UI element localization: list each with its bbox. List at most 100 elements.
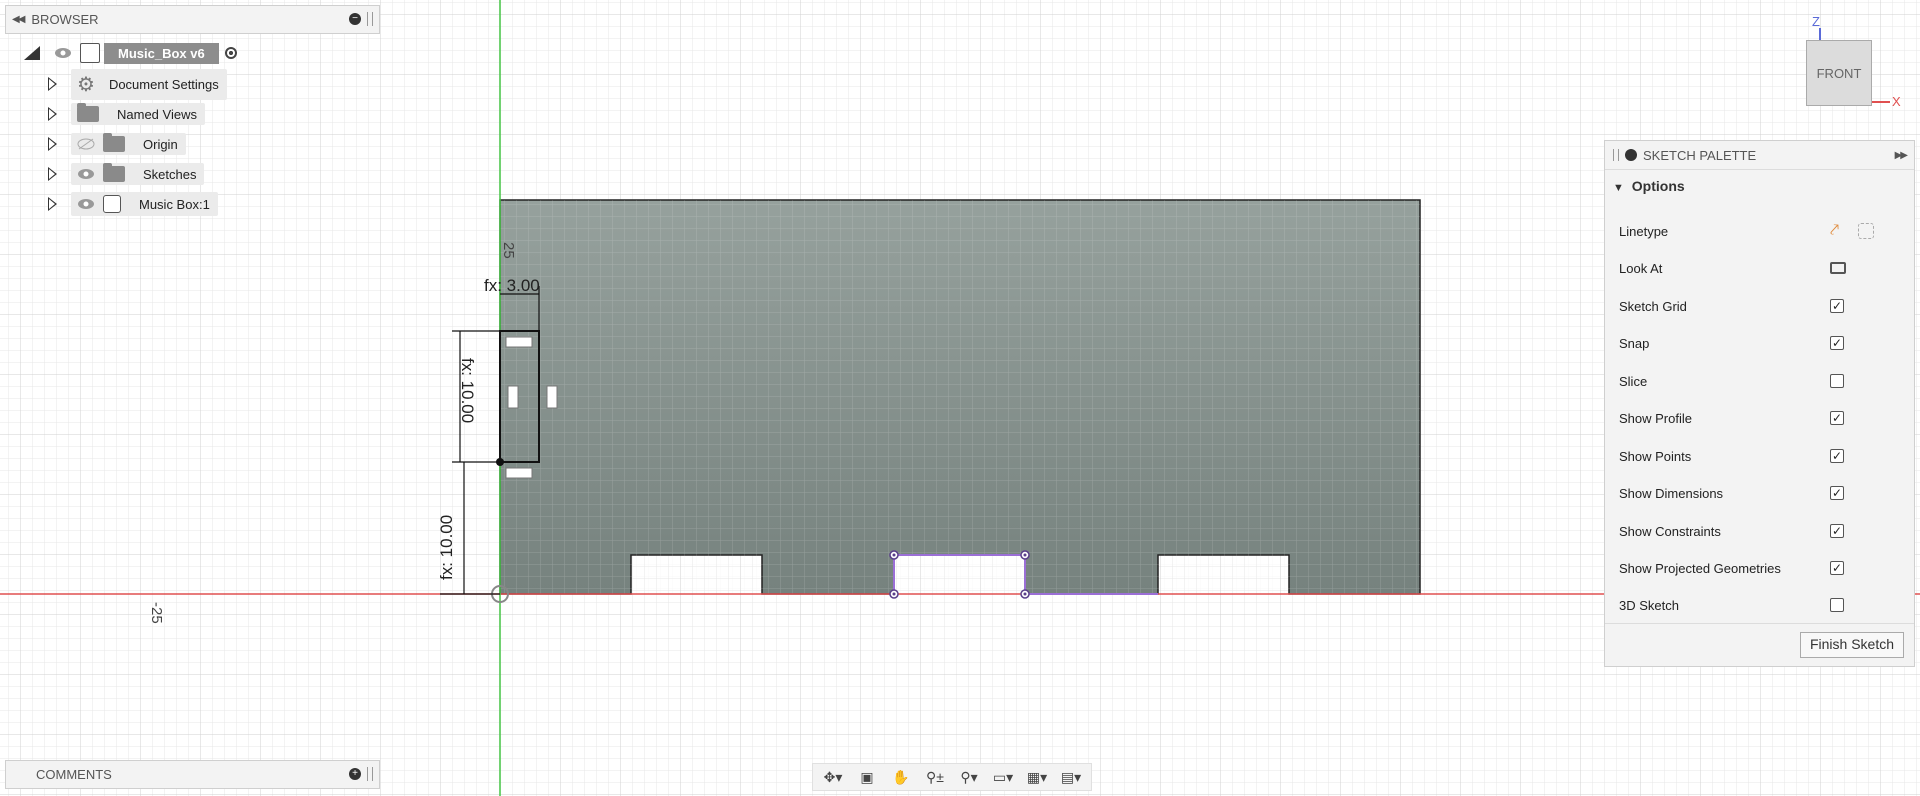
centerline-icon[interactable] [1858,223,1874,239]
navigation-toolbar: ✥▾ ▣ ✋ ⚲± ⚲▾ ▭▾ ▦▾ ▤▾ [812,763,1092,791]
look-at-icon[interactable] [1830,262,1846,274]
tree-item-label: Music Box:1 [139,196,210,212]
collapse-triangle-icon: ▼ [1613,182,1624,194]
option-label: Show Points [1619,448,1692,464]
option-linetype: Linetype ⤤ [1619,219,1909,243]
option-label: Look At [1619,260,1663,276]
option-label: 3D Sketch [1619,597,1679,613]
option-label: Linetype [1619,223,1669,239]
point-dot [892,553,896,557]
option-show-projected-geometries: Show Projected Geometries ✓ [1619,556,1909,580]
browser-item-document-settings[interactable]: ⚙ Document Settings [48,68,227,100]
tree-item-label: Sketches [143,166,197,182]
option-slice: Slice [1619,369,1909,393]
width-dimension-label[interactable]: fx: 3.00 [484,276,540,295]
eye-icon[interactable] [77,168,95,180]
show-profile-checkbox[interactable]: ✓ [1830,411,1844,425]
drag-handle-icon[interactable] [1613,149,1619,161]
expand-icon[interactable] [48,137,57,151]
vertical-constraint-icon[interactable] [507,385,519,409]
display-settings-icon[interactable]: ▭▾ [989,767,1017,787]
finish-sketch-button[interactable]: Finish Sketch [1800,632,1904,658]
option-label: Show Dimensions [1619,485,1724,501]
drag-handle-icon[interactable] [367,12,373,26]
show-projected-geometries-checkbox[interactable]: ✓ [1830,561,1844,575]
sketch-palette: SKETCH PALETTE ▶▶ ▼ Options Linetype ⤤ L… [1604,140,1915,667]
option-label: Show Constraints [1619,523,1721,539]
viewcube-front[interactable]: FRONT [1806,40,1872,106]
grid-scale-label: -25 [148,602,165,624]
option-show-dimensions: Show Dimensions ✓ [1619,481,1909,505]
option-3d-sketch: 3D Sketch [1619,593,1909,617]
eye-icon[interactable] [54,47,72,59]
browser-item-music-box[interactable]: Music Box:1 [48,192,218,216]
expand-icon[interactable] [48,197,57,211]
palette-divider [1605,623,1914,624]
3d-sketch-checkbox[interactable] [1830,598,1844,612]
pan-hand-icon[interactable]: ✋ [887,767,915,787]
collapse-icon[interactable]: ◀◀ [12,14,25,25]
tree-item-label: Named Views [117,106,197,122]
palette-title: SKETCH PALETTE [1643,147,1757,163]
option-label: Show Projected Geometries [1619,560,1781,576]
activate-radio-icon[interactable] [224,47,237,59]
sketch-grid-checkbox[interactable]: ✓ [1830,299,1844,313]
browser-panel: ◀◀ BROWSER − [5,5,380,34]
expand-icon[interactable] [48,107,57,121]
component-icon [80,43,100,63]
comments-title: COMMENTS [36,766,112,782]
browser-root-row[interactable]: Music_Box v6 [24,41,237,65]
folder-icon [103,163,125,182]
add-comment-icon[interactable]: + [349,768,361,780]
profile-grid-overlay [500,200,1420,594]
height-dimension-label[interactable]: fx: 10.00 [458,358,477,423]
orbit-icon[interactable]: ✥▾ [819,767,847,787]
show-constraints-checkbox[interactable]: ✓ [1830,524,1844,538]
folder-icon [77,103,99,122]
browser-title: BROWSER [31,11,99,27]
grid-settings-icon[interactable]: ▦▾ [1023,767,1051,787]
tree-item-label: Origin [143,136,178,152]
viewports-icon[interactable]: ▤▾ [1057,767,1085,787]
show-points-checkbox[interactable]: ✓ [1830,449,1844,463]
horizontal-constraint-icon[interactable] [505,467,533,479]
eye-hidden-icon[interactable] [77,138,95,150]
gear-icon: ⚙ [77,73,95,96]
grid-scale-label: 25 [500,242,517,259]
collapse-triangle-icon[interactable] [24,46,40,60]
z-axis-label: Z [1812,14,1820,29]
eye-icon[interactable] [77,198,95,210]
point-dot [1023,553,1027,557]
fit-icon[interactable]: ⚲▾ [955,767,983,787]
option-label: Sketch Grid [1619,298,1687,314]
minimize-icon[interactable]: − [349,13,361,25]
options-label: Options [1631,178,1685,194]
horizontal-constraint-icon[interactable] [505,336,533,348]
browser-item-origin[interactable]: Origin [48,132,186,156]
root-component-label[interactable]: Music_Box v6 [104,42,219,64]
option-label: Show Profile [1619,410,1692,426]
expand-icon[interactable] [48,167,57,181]
show-dimensions-checkbox[interactable]: ✓ [1830,486,1844,500]
snap-checkbox[interactable]: ✓ [1830,336,1844,350]
comments-panel: COMMENTS + [5,760,380,789]
construction-line-icon[interactable]: ⤤ [1830,222,1839,240]
body-icon [103,195,121,213]
drag-handle-icon[interactable] [367,767,373,781]
zoom-icon[interactable]: ⚲± [921,767,949,787]
option-sketch-grid: Sketch Grid ✓ [1619,294,1909,318]
option-snap: Snap ✓ [1619,331,1909,355]
vertical-constraint-icon[interactable] [546,385,558,409]
option-label: Snap [1619,335,1650,351]
browser-item-sketches[interactable]: Sketches [48,162,205,186]
offset-dimension-label[interactable]: fx: 10.00 [437,515,456,580]
option-show-profile: Show Profile ✓ [1619,406,1909,430]
browser-item-named-views[interactable]: Named Views [48,102,205,126]
slice-checkbox[interactable] [1830,374,1844,388]
palette-minimize-icon[interactable] [1625,149,1637,161]
palette-expand-icon[interactable]: ▶▶ [1895,150,1908,161]
expand-icon[interactable] [48,77,57,91]
option-look-at: Look At [1619,256,1909,280]
look-at-icon[interactable]: ▣ [853,767,881,787]
options-section-header[interactable]: ▼ Options [1605,170,1914,202]
